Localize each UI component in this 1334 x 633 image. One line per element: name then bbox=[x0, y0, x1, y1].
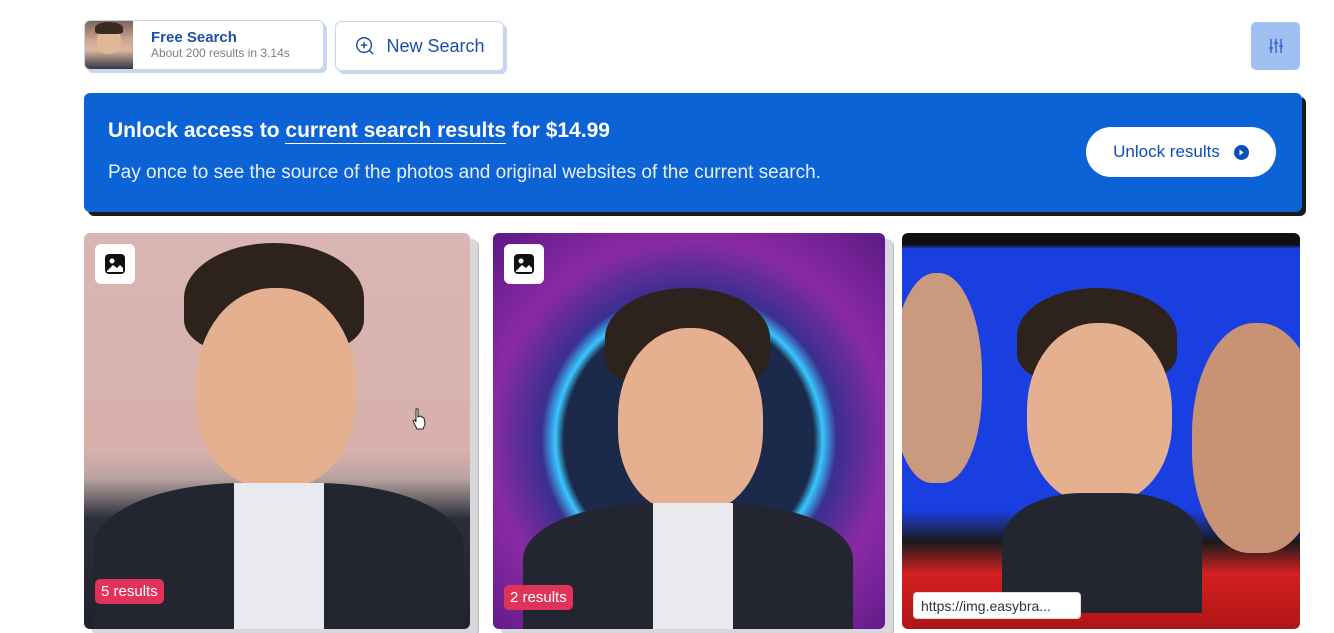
search-info: Free Search About 200 results in 3.14s bbox=[133, 29, 290, 60]
photo-face-left bbox=[902, 273, 982, 483]
photo-shirt bbox=[653, 503, 733, 629]
banner-title-suffix: for $14.99 bbox=[506, 119, 610, 142]
photo-face-right bbox=[1192, 323, 1300, 553]
result-card[interactable]: 5 results bbox=[84, 233, 470, 629]
banner-title-prefix: Unlock access to bbox=[108, 119, 286, 142]
result-card[interactable]: 2 results bbox=[493, 233, 885, 629]
sliders-icon bbox=[1268, 39, 1283, 53]
image-icon bbox=[95, 244, 135, 284]
zoom-plus-icon bbox=[356, 37, 375, 55]
current-search-results-link[interactable]: current search results bbox=[285, 119, 507, 144]
photo-face bbox=[1027, 323, 1172, 503]
search-thumbnail bbox=[85, 21, 133, 69]
banner-subtitle: Pay once to see the source of the photos… bbox=[108, 162, 821, 183]
unlock-results-button[interactable]: Unlock results bbox=[1086, 127, 1276, 177]
new-search-label: New Search bbox=[386, 35, 485, 56]
image-icon bbox=[504, 244, 544, 284]
photo-face bbox=[196, 288, 356, 488]
photo-face bbox=[618, 328, 763, 513]
new-search-button[interactable]: New Search bbox=[335, 21, 504, 71]
unlock-results-label: Unlock results bbox=[1113, 142, 1220, 161]
photo-shirt bbox=[234, 483, 324, 629]
current-search-card[interactable]: Free Search About 200 results in 3.14s bbox=[84, 20, 324, 70]
results-count-badge: 2 results bbox=[504, 585, 573, 610]
unlock-banner: Unlock access to current search results … bbox=[84, 93, 1302, 212]
banner-title: Unlock access to current search results … bbox=[108, 119, 610, 144]
top-bar: Free Search About 200 results in 3.14s N… bbox=[84, 20, 1300, 72]
search-subtitle: About 200 results in 3.14s bbox=[151, 45, 290, 60]
hand-cursor-icon bbox=[412, 408, 426, 430]
result-card[interactable]: https://img.easybra... bbox=[902, 233, 1300, 629]
arrow-circle-icon bbox=[1233, 144, 1249, 160]
results-count-badge: 5 results bbox=[95, 579, 164, 604]
filter-button[interactable] bbox=[1251, 22, 1300, 70]
source-url-chip[interactable]: https://img.easybra... bbox=[913, 592, 1081, 619]
search-title: Free Search bbox=[151, 29, 237, 47]
